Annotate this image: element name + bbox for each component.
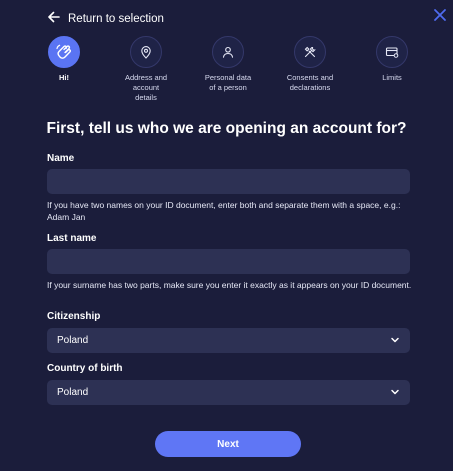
- country-of-birth-value: Poland: [57, 387, 89, 398]
- country-of-birth-label: Country of birth: [47, 363, 123, 374]
- step-address: Address and account details: [104, 36, 188, 103]
- wave-hand-icon: [48, 36, 80, 68]
- name-input[interactable]: [47, 169, 410, 194]
- step-label: Consents and declarations: [286, 73, 334, 92]
- citizenship-select[interactable]: Poland: [47, 328, 410, 353]
- last-name-input[interactable]: [47, 249, 410, 274]
- chevron-down-icon: [390, 384, 400, 402]
- next-button[interactable]: Next: [155, 431, 301, 457]
- close-icon[interactable]: [432, 7, 448, 23]
- step-hi: Hi!: [22, 36, 106, 83]
- arrow-left-icon: [48, 10, 60, 28]
- return-to-selection-link[interactable]: Return to selection: [48, 10, 164, 28]
- location-pin-icon: [130, 36, 162, 68]
- step-label: Limits: [382, 73, 402, 82]
- step-label: Hi!: [59, 73, 69, 82]
- tools-icon: [294, 36, 326, 68]
- step-limits: Limits: [350, 36, 434, 83]
- step-personal-data: Personal data of a person: [186, 36, 270, 93]
- name-hint: If you have two names on your ID documen…: [47, 200, 401, 222]
- last-name-label: Last name: [47, 233, 97, 244]
- citizenship-label: Citizenship: [47, 311, 101, 322]
- step-consents: Consents and declarations: [268, 36, 352, 93]
- top-bar: Return to selection: [0, 0, 453, 36]
- step-label: Personal data of a person: [204, 73, 252, 92]
- citizenship-value: Poland: [57, 335, 89, 346]
- return-to-selection-label: Return to selection: [68, 13, 164, 25]
- last-name-hint: If your surname has two parts, make sure…: [47, 280, 412, 290]
- person-icon: [212, 36, 244, 68]
- name-label: Name: [47, 153, 75, 164]
- chevron-down-icon: [390, 332, 400, 350]
- card-settings-icon: [376, 36, 408, 68]
- progress-stepper: Hi! Address and account details Personal…: [0, 36, 453, 106]
- page-heading: First, tell us who we are opening an acc…: [46, 120, 407, 137]
- step-label: Address and account details: [124, 73, 168, 102]
- country-of-birth-select[interactable]: Poland: [47, 380, 410, 405]
